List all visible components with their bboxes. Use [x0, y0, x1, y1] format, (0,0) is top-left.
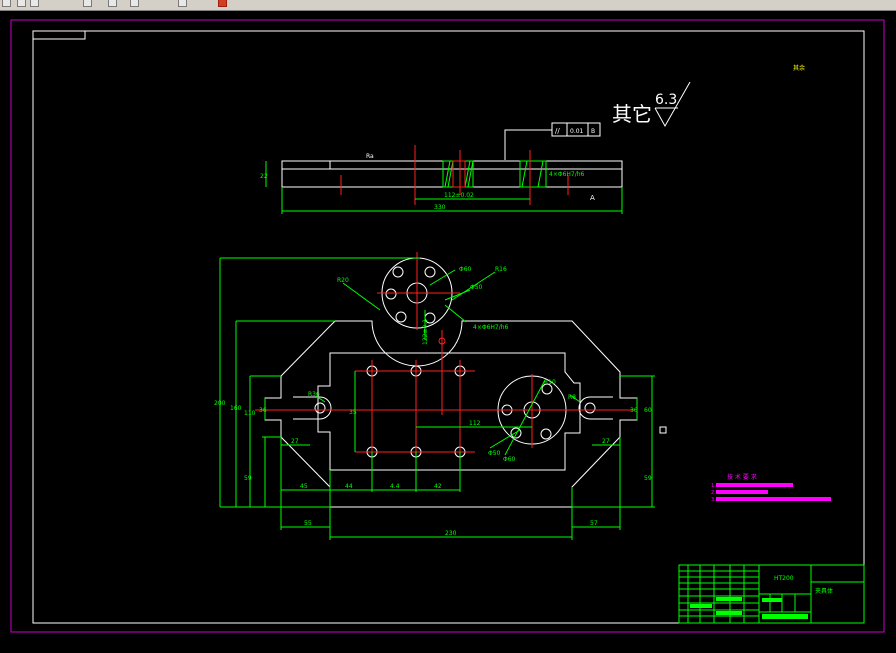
refresh-icon[interactable] — [2, 0, 11, 7]
brush-icon[interactable] — [218, 0, 227, 7]
dim-h-5: 55 — [304, 520, 312, 527]
roughness-other-label: 其它 — [612, 102, 652, 126]
tech-note-3: 3. GB/T1184—K — [711, 497, 751, 503]
sheet-border — [10, 19, 885, 633]
dim-h-9: 112 — [469, 420, 481, 427]
title-block: HT200 夹具体 — [678, 564, 865, 624]
plan-view: 200 160 110 36 35 60 36 59 59 27 45 44 4… — [214, 252, 655, 540]
drawing-canvas[interactable]: 其余 其它 6.3 // 0.01 B 22 330 112±0.02 4×Φ6… — [0, 11, 896, 649]
top-note: 其余 — [793, 64, 805, 72]
roughness-value: 6.3 — [655, 92, 677, 108]
dim-v-2: 110 — [244, 410, 256, 417]
label-1: Φ60 — [459, 266, 472, 273]
tech-note-2: 2. — [711, 490, 716, 496]
redo-icon[interactable] — [30, 0, 39, 7]
marker — [659, 426, 667, 434]
tolerance-frame: // 0.01 B — [504, 122, 601, 160]
dim-v-7: 59 — [244, 475, 252, 482]
dim-h-2: 44 — [345, 483, 353, 490]
label-2: R16 — [495, 266, 507, 273]
side-center-distance: 112±0.02 — [444, 192, 474, 199]
label-9: Φ50 — [488, 450, 501, 457]
side-thickness: 22 — [260, 173, 268, 180]
save-icon[interactable] — [83, 0, 92, 7]
title-part-name: 夹具体 — [815, 587, 833, 595]
title-material: HT200 — [774, 575, 794, 582]
side-view: 22 330 112±0.02 4×Φ6H7/h6 Ra A — [260, 145, 623, 214]
side-roughness: Ra — [366, 153, 374, 160]
side-bore-note: 4×Φ6H7/h6 — [549, 171, 585, 178]
tolerance-symbol: // — [555, 127, 560, 135]
side-length: 330 — [434, 204, 446, 211]
corner-box — [32, 30, 86, 40]
dim-v-0: 200 — [214, 400, 226, 407]
dim-v-1: 160 — [230, 405, 242, 412]
label-8: R10 — [544, 379, 556, 386]
dim-h-6: 230 — [445, 530, 457, 537]
tolerance-value: 0.01 — [570, 128, 584, 135]
dim-h-3: 4.4 — [390, 483, 400, 490]
side-datum: A — [590, 194, 595, 202]
roughness-symbol: 其它 6.3 — [612, 81, 691, 128]
label-6: 122±0.1 — [422, 319, 429, 345]
copy-icon[interactable] — [108, 0, 117, 7]
undo-icon[interactable] — [17, 0, 26, 7]
dim-v-4: 35 — [349, 409, 357, 416]
label-0: R20 — [337, 277, 349, 284]
pan-icon[interactable] — [130, 0, 139, 7]
dim-v-5: 60 — [644, 407, 652, 414]
label-3: Φ50 — [470, 284, 483, 291]
crosshair-icon[interactable] — [178, 0, 187, 7]
label-7: R8 — [568, 394, 576, 401]
dim-h-4: 42 — [434, 483, 442, 490]
label-4: R36 — [308, 391, 320, 398]
tech-note-1: 1. — [711, 483, 716, 489]
tolerance-datum: B — [591, 128, 595, 135]
dim-h-0: 27 — [291, 438, 299, 445]
tech-notes: 技 术 要 求 1. 2. 3. GB/T1184—K — [711, 473, 831, 503]
dim-h-7: 57 — [590, 520, 598, 527]
dim-h-1: 45 — [300, 483, 308, 490]
dim-v-8: 59 — [644, 475, 652, 482]
tech-notes-title: 技 术 要 求 — [727, 473, 757, 481]
dim-v-3: 36 — [259, 407, 267, 414]
toolbar — [0, 0, 896, 11]
label-10: Φ60 — [503, 456, 516, 463]
label-5: 4×Φ6H7/h6 — [473, 324, 509, 331]
dim-h-8: 27 — [602, 438, 610, 445]
